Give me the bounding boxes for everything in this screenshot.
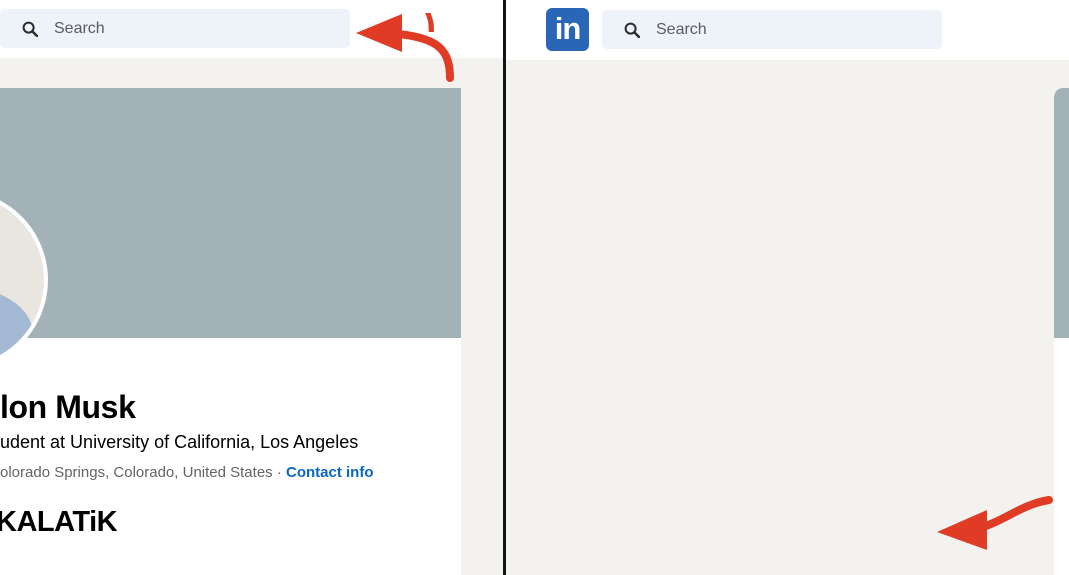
profile-location-line: olorado Springs, Colorado, United States… bbox=[0, 463, 374, 483]
search-input[interactable]: Search bbox=[0, 9, 350, 48]
search-placeholder-text: Search bbox=[54, 19, 105, 37]
annotation-number-1: ١ bbox=[421, 5, 440, 40]
screenshot-root: Search lon Musk udent at University of C… bbox=[0, 0, 1069, 575]
contact-info-link[interactable]: Contact info bbox=[286, 464, 374, 481]
left-panel-zoomed-view: Search lon Musk udent at University of C… bbox=[0, 0, 505, 575]
search-input[interactable]: Search bbox=[602, 10, 942, 49]
profile-headline: udent at University of California, Los A… bbox=[0, 432, 359, 452]
search-icon bbox=[22, 21, 38, 37]
profile-banner-image bbox=[1054, 88, 1069, 338]
kalatik-watermark: KALATiK bbox=[0, 506, 118, 538]
right-panel-full-view: in Search Elon Musk Student bbox=[506, 0, 1069, 575]
annotation-arrow-2 bbox=[937, 496, 1053, 550]
search-placeholder-text: Search bbox=[656, 20, 707, 38]
profile-banner-image bbox=[0, 88, 461, 338]
left-profile-info: lon Musk udent at University of Californ… bbox=[0, 388, 374, 483]
linkedin-logo-icon[interactable]: in bbox=[546, 8, 589, 51]
profile-location-text: olorado Springs, Colorado, United States… bbox=[0, 464, 286, 481]
search-icon bbox=[624, 22, 640, 38]
left-profile-card: lon Musk udent at University of Californ… bbox=[0, 88, 461, 575]
right-header-bar: in Search bbox=[506, 0, 1069, 60]
avatar-body-shape bbox=[0, 286, 33, 366]
panel-divider-line bbox=[503, 0, 506, 575]
page-title: lon Musk bbox=[0, 389, 136, 425]
right-profile-card: Elon Musk Student at University of Calif… bbox=[1054, 88, 1069, 575]
